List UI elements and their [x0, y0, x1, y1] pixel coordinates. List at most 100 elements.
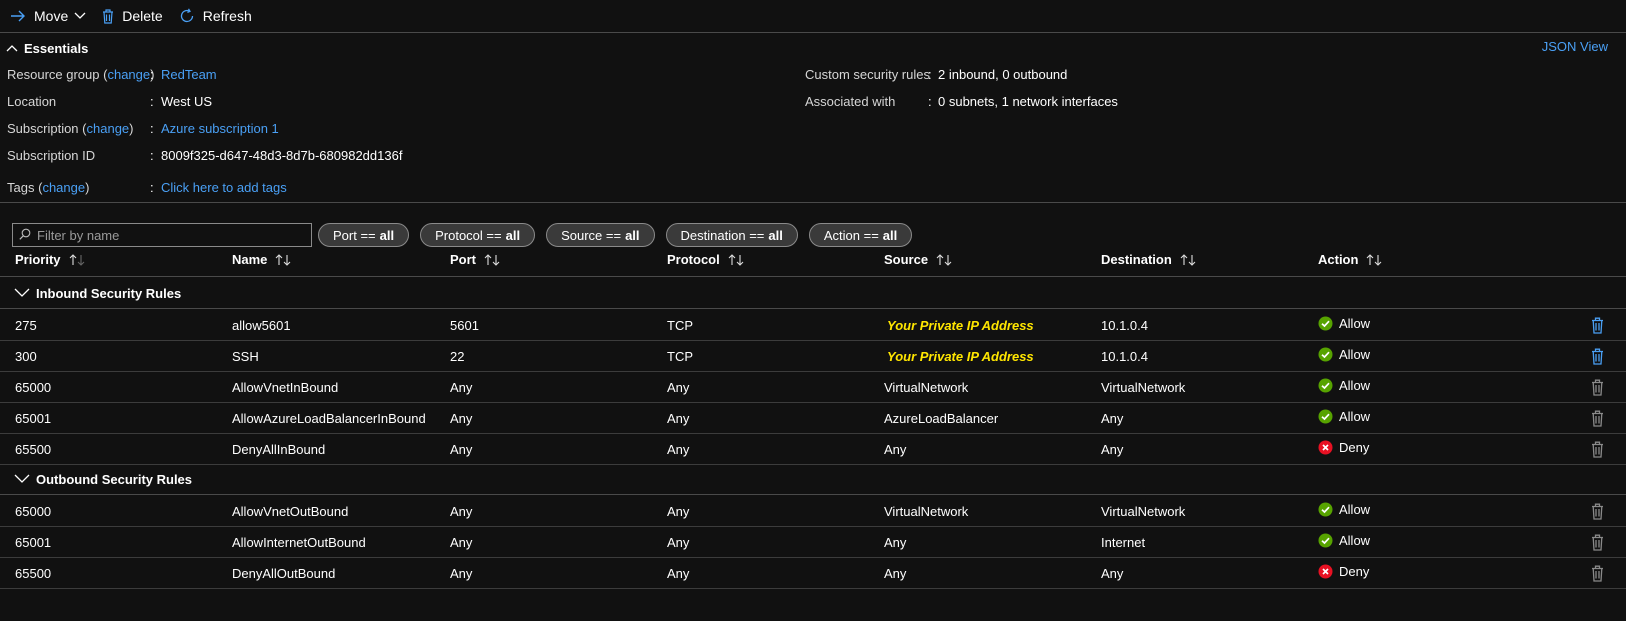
action-label: Allow — [1339, 347, 1371, 362]
cell-protocol: Any — [667, 411, 690, 426]
table-row[interactable]: 65000 AllowVnetOutBound Any Any VirtualNetwo… — [0, 495, 1626, 526]
cell-protocol: TCP — [667, 349, 693, 364]
action-label: Allow — [1339, 502, 1371, 517]
essentials-toggle[interactable]: Essentials — [6, 38, 88, 58]
column-header-label: Port — [450, 252, 476, 267]
subscription-value-link[interactable]: Azure subscription 1 — [161, 121, 279, 136]
sort-icon[interactable] — [1366, 253, 1382, 266]
column-header-label: Destination — [1101, 252, 1172, 267]
column-header-source[interactable]: Source — [884, 252, 952, 267]
filter-by-name-field[interactable] — [12, 223, 312, 247]
cell-destination: Any — [1101, 566, 1124, 581]
cell-name: AllowVnetOutBound — [232, 504, 349, 519]
cell-source: Your Private IP Address — [887, 318, 1034, 333]
json-view-link[interactable]: JSON View — [1542, 39, 1608, 54]
action-label: Deny — [1339, 564, 1370, 579]
delete-rule-icon[interactable] — [1591, 410, 1604, 427]
sort-icon[interactable] — [484, 253, 500, 266]
table-row[interactable]: 65500 DenyAllInBound Any Any Any Any Deny — [0, 433, 1626, 464]
cell-port: Any — [450, 380, 473, 395]
group-title: Inbound Security Rules — [36, 285, 182, 301]
divider — [0, 276, 1626, 277]
delete-rule-icon[interactable] — [1591, 348, 1604, 365]
delete-rule-icon[interactable] — [1591, 534, 1604, 551]
add-tags-link[interactable]: Click here to add tags — [161, 180, 287, 195]
group-title: Outbound Security Rules — [36, 471, 193, 487]
tags-change-link[interactable]: change — [42, 180, 85, 195]
refresh-button[interactable]: Refresh — [179, 8, 252, 24]
action-filter-pill[interactable]: Action == all — [808, 223, 913, 247]
action-label: Allow — [1339, 533, 1371, 548]
pill-value: all — [768, 227, 783, 243]
cell-destination: Any — [1101, 442, 1124, 457]
pill-value: all — [882, 227, 898, 243]
cell-port: Any — [450, 411, 473, 426]
table-row[interactable]: 65000 AllowVnetInBound Any Any VirtualNetwor… — [0, 371, 1626, 402]
move-button[interactable]: Move — [10, 8, 86, 24]
subscription-label: Subscription — [7, 121, 79, 136]
column-header-action[interactable]: Action — [1318, 252, 1382, 267]
table-row[interactable]: 65001 AllowInternetOutBound Any Any Any Inter… — [0, 526, 1626, 557]
column-header-protocol[interactable]: Protocol — [667, 252, 744, 267]
delete-button[interactable]: Delete — [102, 8, 163, 24]
cell-action: Allow — [1318, 316, 1370, 331]
sort-icon[interactable] — [728, 253, 744, 266]
cell-protocol: Any — [667, 380, 690, 395]
cell-name: AllowAzureLoadBalancerInBound — [232, 411, 426, 426]
delete-rule-icon[interactable] — [1591, 379, 1604, 396]
cell-source: Any — [884, 442, 907, 457]
table-row[interactable]: 65001 AllowAzureLoadBalancerInBound Any Any… — [0, 402, 1626, 433]
cell-protocol: TCP — [667, 318, 693, 333]
resource-group-change-link[interactable]: change — [107, 67, 150, 82]
cell-source: AzureLoadBalancer — [884, 411, 999, 426]
port-filter-pill[interactable]: Port == all — [318, 223, 410, 247]
chevron-down-icon — [74, 12, 86, 20]
allow-check-icon — [1318, 316, 1333, 331]
column-header-destination[interactable]: Destination — [1101, 252, 1196, 267]
allow-check-icon — [1318, 502, 1333, 517]
trash-icon — [102, 8, 114, 24]
search-icon — [19, 228, 31, 243]
delete-rule-icon[interactable] — [1591, 317, 1604, 334]
location-value: West US — [161, 94, 213, 109]
cell-protocol: Any — [667, 566, 690, 581]
source-filter-pill[interactable]: Source == all — [546, 223, 655, 247]
cell-priority: 65500 — [15, 442, 52, 457]
cell-source: VirtualNetwork — [884, 380, 969, 395]
column-header-priority[interactable]: Priority — [15, 252, 85, 267]
cell-port: Any — [450, 535, 473, 550]
sort-icon[interactable] — [275, 253, 291, 266]
cell-protocol: Any — [667, 504, 690, 519]
filter-by-name-input[interactable] — [37, 227, 297, 243]
table-row[interactable]: 65500 DenyAllOutBound Any Any Any Any Deny — [0, 557, 1626, 588]
subscription-change-link[interactable]: change — [87, 121, 130, 136]
sort-icon[interactable] — [1180, 253, 1196, 266]
resource-group-value-link[interactable]: RedTeam — [161, 67, 217, 82]
destination-filter-pill[interactable]: Destination == all — [665, 223, 798, 247]
sort-icon[interactable] — [936, 253, 952, 266]
sort-icon[interactable] — [69, 253, 85, 266]
cell-destination: VirtualNetwork — [1101, 380, 1186, 395]
colon: : — [928, 67, 932, 82]
refresh-label: Refresh — [202, 8, 252, 24]
column-header-port[interactable]: Port — [450, 252, 500, 267]
action-label: Allow — [1339, 378, 1371, 393]
column-header-name[interactable]: Name — [232, 252, 291, 267]
outbound-rules-group[interactable]: Outbound Security Rules — [0, 464, 1626, 494]
table-row[interactable]: 300 SSH 22 TCP Your Private IP Address 10.1.0… — [0, 340, 1626, 371]
essentials-title: Essentials — [24, 40, 89, 56]
command-bar: Move Delete Refresh — [0, 0, 1626, 32]
cell-port: 5601 — [450, 318, 479, 333]
protocol-filter-pill[interactable]: Protocol == all — [420, 223, 536, 247]
delete-rule-icon[interactable] — [1591, 503, 1604, 520]
resource-group-property: Resource group (change) — [7, 67, 155, 82]
custom-rules-value: 2 inbound, 0 outbound — [938, 67, 1068, 82]
action-label: Allow — [1339, 316, 1371, 331]
delete-rule-icon[interactable] — [1591, 441, 1604, 458]
delete-rule-icon[interactable] — [1591, 565, 1604, 582]
delete-label: Delete — [122, 8, 163, 24]
allow-check-icon — [1318, 347, 1333, 362]
inbound-rules-group[interactable]: Inbound Security Rules — [0, 278, 1626, 308]
cell-name: AllowInternetOutBound — [232, 535, 366, 550]
table-row[interactable]: 275 allow5601 5601 TCP Your Private IP Addre… — [0, 309, 1626, 340]
